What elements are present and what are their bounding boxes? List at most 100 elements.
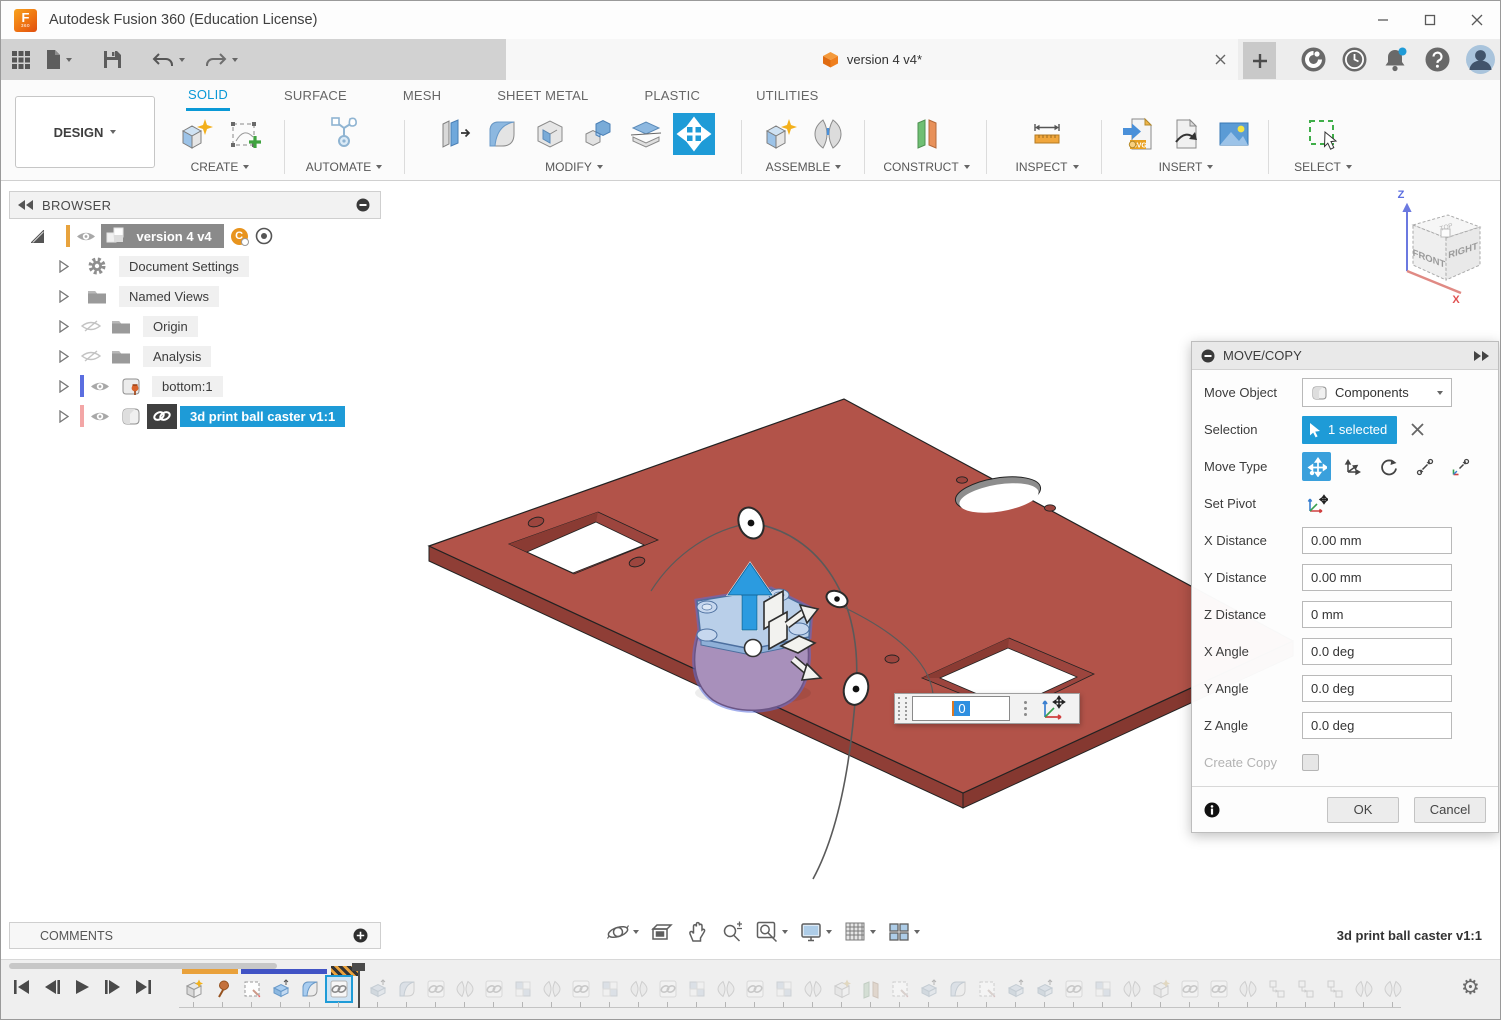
automate-group-label[interactable]: AUTOMATE <box>306 160 372 174</box>
fit-button[interactable] <box>751 920 792 944</box>
zoom-button[interactable] <box>716 920 748 944</box>
visibility-off-eye-icon[interactable] <box>81 349 101 363</box>
in-context-badge[interactable]: C <box>231 228 248 245</box>
more-options-icon[interactable] <box>1024 701 1027 716</box>
move-type-point-to-point-button[interactable] <box>1410 452 1439 481</box>
expander-icon[interactable] <box>59 350 69 363</box>
add-comment-icon[interactable] <box>353 928 368 943</box>
press-pull-button[interactable] <box>433 113 475 155</box>
timeline-settings-gear-icon[interactable]: ⚙ <box>1461 975 1480 999</box>
timeline-item-fillet[interactable] <box>298 977 322 1001</box>
timeline-item-component[interactable] <box>830 977 854 1001</box>
x-angle-input[interactable]: 0.0 deg <box>1302 638 1452 665</box>
viewports-button[interactable] <box>883 920 924 944</box>
timeline-item-extrude[interactable] <box>269 977 293 1001</box>
tab-sheet-metal[interactable]: SHEET METAL <box>495 80 590 111</box>
timeline-item-joint[interactable] <box>1236 977 1260 1001</box>
insert-derive-button[interactable] <box>1165 113 1207 155</box>
browser-item-label[interactable]: Origin <box>143 316 198 337</box>
browser-item-label[interactable]: bottom:1 <box>152 376 223 397</box>
timeline-item-link[interactable] <box>482 977 506 1001</box>
insert-svg-button[interactable]: SVG <box>1117 113 1159 155</box>
shell-button[interactable] <box>529 113 571 155</box>
timeline-item-joint[interactable] <box>714 977 738 1001</box>
move-copy-button[interactable] <box>673 113 715 155</box>
browser-row-document-settings[interactable]: Document Settings <box>9 253 381 279</box>
set-pivot-button[interactable] <box>1302 489 1331 518</box>
step-forward-button[interactable] <box>104 979 121 995</box>
move-type-translate-button[interactable] <box>1338 452 1367 481</box>
undo-button[interactable] <box>151 51 185 69</box>
tab-plastic[interactable]: PLASTIC <box>642 80 702 111</box>
timeline-item-sketch[interactable] <box>975 977 999 1001</box>
construct-group-label[interactable]: CONSTRUCT <box>883 160 958 174</box>
pivot-axes-icon[interactable] <box>1039 695 1067 722</box>
move-object-select[interactable]: Components <box>1302 378 1452 407</box>
timeline-item-ground[interactable] <box>1265 977 1289 1001</box>
activate-radio-icon[interactable] <box>255 227 273 245</box>
expander-icon[interactable] <box>59 320 69 333</box>
expander-icon[interactable] <box>59 410 69 423</box>
timeline-group-blue[interactable] <box>241 969 327 974</box>
modify-group-label[interactable]: MODIFY <box>545 160 592 174</box>
timeline-item-joint[interactable] <box>1120 977 1144 1001</box>
y-distance-input[interactable]: 0.00 mm <box>1302 564 1452 591</box>
timeline-item-link[interactable] <box>424 977 448 1001</box>
split-body-button[interactable] <box>625 113 667 155</box>
expander-open-icon[interactable] <box>31 230 44 243</box>
expander-icon[interactable] <box>59 380 69 393</box>
timeline-item-joint[interactable] <box>1352 977 1376 1001</box>
move-type-free-move-button[interactable] <box>1302 452 1331 481</box>
timeline-item-extrude[interactable] <box>366 977 390 1001</box>
timeline-item-align[interactable] <box>685 977 709 1001</box>
help-icon[interactable] <box>1424 46 1451 73</box>
automate-button[interactable] <box>323 113 365 155</box>
timeline-item-align[interactable] <box>1091 977 1115 1001</box>
display-settings-button[interactable] <box>795 920 836 944</box>
play-button[interactable] <box>75 979 90 995</box>
clear-selection-icon[interactable] <box>1411 423 1424 436</box>
fillet-button[interactable] <box>481 113 523 155</box>
timeline-item-extrude[interactable] <box>1033 977 1057 1001</box>
view-cube[interactable]: FRONT RIGHT TOP Z X <box>1398 189 1480 306</box>
app-grid-icon[interactable] <box>11 50 31 70</box>
create-copy-checkbox[interactable] <box>1302 754 1319 771</box>
expander-icon[interactable] <box>59 290 69 303</box>
select-button[interactable] <box>1302 113 1344 155</box>
browser-row-named-views[interactable]: Named Views <box>9 283 381 309</box>
timeline-item-align[interactable] <box>511 977 535 1001</box>
user-avatar[interactable] <box>1465 44 1496 75</box>
browser-item-label[interactable]: Document Settings <box>119 256 249 277</box>
timeline-item-align[interactable] <box>598 977 622 1001</box>
document-tab-close-icon[interactable] <box>1215 54 1226 65</box>
joint-button[interactable] <box>807 113 849 155</box>
timeline-item-link[interactable] <box>656 977 680 1001</box>
pan-button[interactable] <box>681 920 713 944</box>
browser-item-label-selected[interactable]: 3d print ball caster v1:1 <box>180 406 345 427</box>
root-component-chip[interactable]: version 4 v4 <box>101 224 224 248</box>
browser-row-bottom[interactable]: bottom:1 <box>9 373 381 399</box>
expander-icon[interactable] <box>59 260 69 273</box>
timeline-item-joint[interactable] <box>540 977 564 1001</box>
timeline-item-plane[interactable] <box>859 977 883 1001</box>
timeline-item-link[interactable] <box>1062 977 1086 1001</box>
viewport[interactable]: FRONT RIGHT TOP Z X BROWSER <box>1 181 1501 959</box>
browser-row-origin[interactable]: Origin <box>9 313 381 339</box>
tab-mesh[interactable]: MESH <box>401 80 443 111</box>
step-back-button[interactable] <box>44 979 61 995</box>
document-tab[interactable]: version 4 v4* <box>506 39 1238 80</box>
visibility-eye-icon[interactable] <box>76 230 96 243</box>
move-type-point-to-position-button[interactable] <box>1446 452 1475 481</box>
tab-utilities[interactable]: UTILITIES <box>754 80 820 111</box>
construct-plane-button[interactable] <box>906 113 948 155</box>
x-distance-input[interactable]: 0.00 mm <box>1302 527 1452 554</box>
timeline-position-marker[interactable] <box>358 965 360 1008</box>
browser-item-label[interactable]: Named Views <box>119 286 219 307</box>
z-angle-input[interactable]: 0.0 deg <box>1302 712 1452 739</box>
assemble-group-label[interactable]: ASSEMBLE <box>766 160 831 174</box>
create-sketch-button[interactable] <box>223 113 265 155</box>
timeline-item-extrude[interactable] <box>917 977 941 1001</box>
file-menu-button[interactable] <box>44 49 72 70</box>
visibility-off-eye-icon[interactable] <box>81 319 101 333</box>
close-button[interactable] <box>1453 1 1500 39</box>
